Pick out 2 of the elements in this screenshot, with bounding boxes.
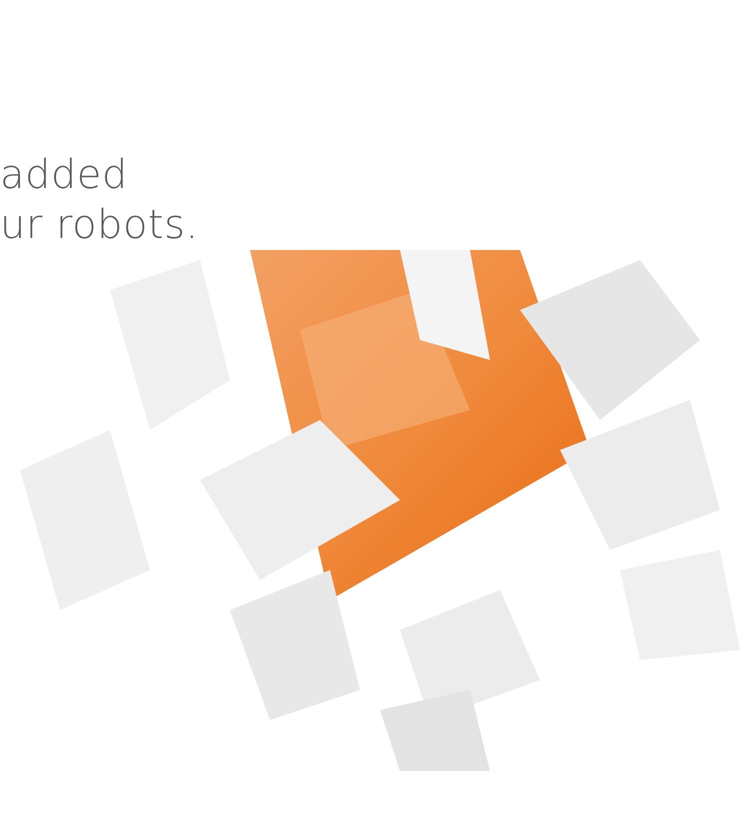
headline-text: added [0, 151, 128, 200]
headline-text: ur robots. [0, 201, 199, 250]
